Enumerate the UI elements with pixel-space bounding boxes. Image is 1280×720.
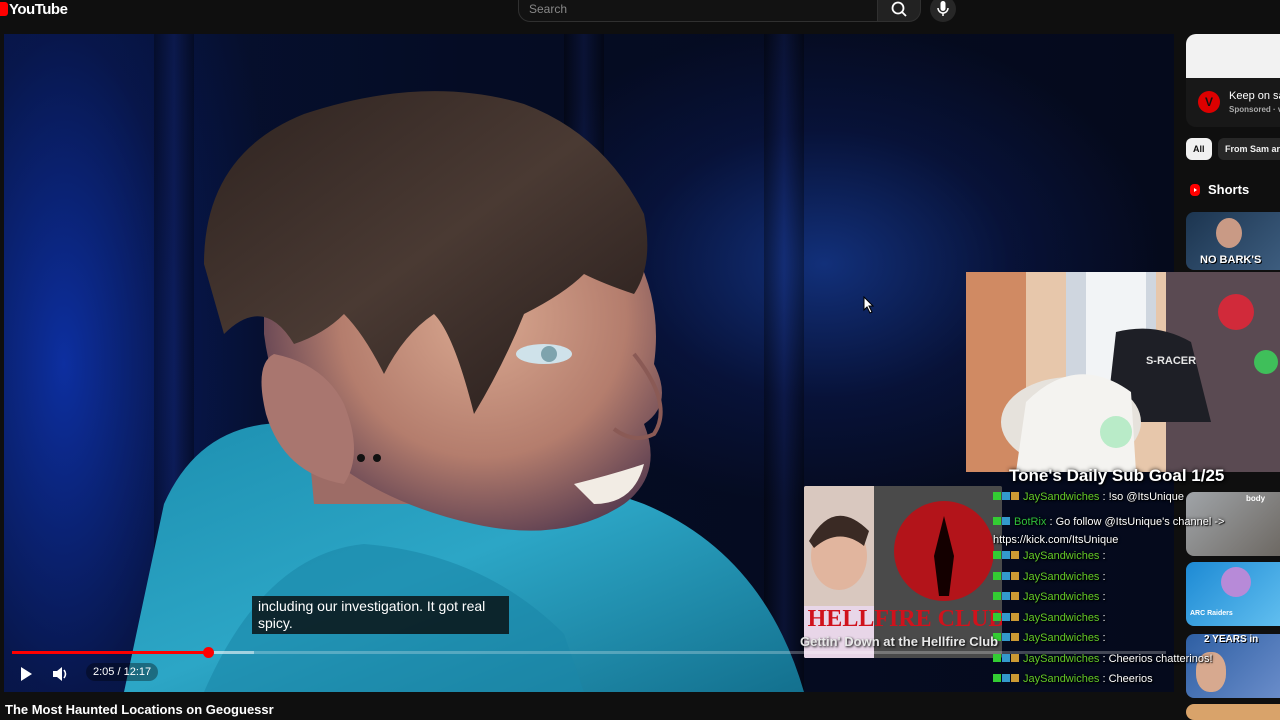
ad-sponsored-suffix: · v (1273, 105, 1280, 114)
chat-text: : !so @ItsUnique (1099, 491, 1184, 503)
search-placeholder: Search (529, 2, 568, 16)
chat-message: JaySandwiches : !so @ItsUnique (993, 491, 1184, 503)
youtube-logo-icon (0, 2, 8, 16)
sponsored-ad-card[interactable]: V Keep on sa Sponsored · v (1186, 34, 1280, 127)
mouse-cursor-icon (863, 296, 875, 314)
chat-username: BotRix (1014, 516, 1047, 528)
progress-played (12, 651, 209, 654)
webcam-image: S-RACER (966, 272, 1280, 472)
chat-username: JaySandwiches (1023, 550, 1100, 562)
chat-badges (993, 571, 1020, 583)
stream-overlay-title: Tone's Daily Sub Goal 1/25 (1009, 466, 1225, 485)
mic-icon (937, 1, 949, 16)
short-thumbnail[interactable]: ARC Raiders (1186, 562, 1280, 626)
shorts-label: Shorts (1208, 182, 1250, 197)
chat-badges (993, 513, 1011, 531)
short-thumb-caption: body (1246, 494, 1266, 503)
volume-icon (53, 667, 67, 681)
chat-message: JaySandwiches : (993, 550, 1106, 562)
chat-badges (993, 653, 1020, 665)
chat-text: : (1099, 550, 1106, 562)
chat-text: : Cheerios (1099, 673, 1153, 685)
chat-username: JaySandwiches (1023, 632, 1100, 644)
video-title: The Most Haunted Locations on Geoguessr (5, 702, 274, 717)
ad-logo: V (1198, 91, 1220, 113)
chat-username: JaySandwiches (1023, 673, 1100, 685)
chat-text: : Cheerios chatterinos! (1099, 653, 1213, 665)
shorts-icon (1190, 183, 1200, 196)
ad-sponsored-text: Sponsored (1229, 105, 1271, 114)
chat-username: JaySandwiches (1023, 612, 1100, 624)
short-thumbnail[interactable]: NO BARK'S (1186, 212, 1280, 270)
ad-banner (1186, 34, 1280, 78)
chat-username: JaySandwiches (1023, 591, 1100, 603)
chat-message: JaySandwiches : (993, 632, 1106, 644)
short-thumb-face (1216, 218, 1242, 248)
chat-badges (993, 612, 1020, 624)
chat-message: BotRix : Go follow @ItsUnique's channel … (993, 513, 1243, 549)
time-display: 2:05 / 12:17 (86, 663, 159, 681)
chat-text: : (1099, 591, 1106, 603)
short-thumb-caption: ARC Raiders (1190, 610, 1233, 617)
chat-text: : (1099, 612, 1106, 624)
endcard-video-thumbnail[interactable]: HELLFIRE CLUB (804, 486, 1002, 658)
top-bar: YouTube Search (0, 0, 1280, 34)
ad-sponsored-label: Sponsored · v (1229, 105, 1280, 114)
chat-message: JaySandwiches : (993, 612, 1106, 624)
chat-username: JaySandwiches (1023, 491, 1100, 503)
endcard-logo-text: HELLFIRE CLUB (808, 606, 1002, 632)
short-thumb-caption: NO BARK'S (1200, 254, 1262, 266)
play-button[interactable] (16, 664, 36, 684)
chat-badges (993, 491, 1020, 503)
search-button[interactable] (877, 0, 921, 22)
chip-from-channel[interactable]: From Sam ar (1218, 138, 1280, 160)
short-thumbnail[interactable]: 2 YEARS in (1186, 634, 1280, 698)
search-input[interactable]: Search (518, 0, 878, 22)
chat-message: JaySandwiches : Cheerios chatterinos! (993, 653, 1213, 665)
short-thumb-caption: 2 YEARS in (1204, 634, 1259, 645)
play-icon (21, 667, 32, 681)
volume-button[interactable] (50, 664, 70, 684)
search-icon (891, 1, 907, 17)
webcam-chair-text: S-RACER (1146, 355, 1196, 367)
chat-message: JaySandwiches : (993, 571, 1106, 583)
endcard-image: HELLFIRE CLUB (804, 486, 1002, 658)
chat-text: : (1099, 571, 1106, 583)
ad-title: Keep on sa (1229, 90, 1280, 102)
chat-message: JaySandwiches : (993, 591, 1106, 603)
chat-badges (993, 550, 1020, 562)
chat-username: JaySandwiches (1023, 653, 1100, 665)
endcard-title[interactable]: Gettin' Down at the Hellfire Club (800, 634, 998, 649)
stream-webcam-overlay: S-RACER (966, 272, 1280, 472)
youtube-logo[interactable]: YouTube (0, 0, 68, 18)
chat-badges (993, 673, 1020, 685)
short-thumb-badge (1221, 567, 1251, 597)
closed-caption: including our investigation. It got real… (252, 596, 509, 634)
short-thumbnail[interactable] (1186, 704, 1280, 720)
youtube-logo-text: YouTube (9, 0, 68, 18)
chat-badges (993, 591, 1020, 603)
chat-username: JaySandwiches (1023, 571, 1100, 583)
chat-message: JaySandwiches : Cheerios (993, 673, 1153, 685)
chip-all[interactable]: All (1186, 138, 1212, 160)
chat-text: : (1099, 632, 1106, 644)
voice-search-button[interactable] (930, 0, 956, 22)
shorts-header: Shorts (1188, 182, 1249, 197)
